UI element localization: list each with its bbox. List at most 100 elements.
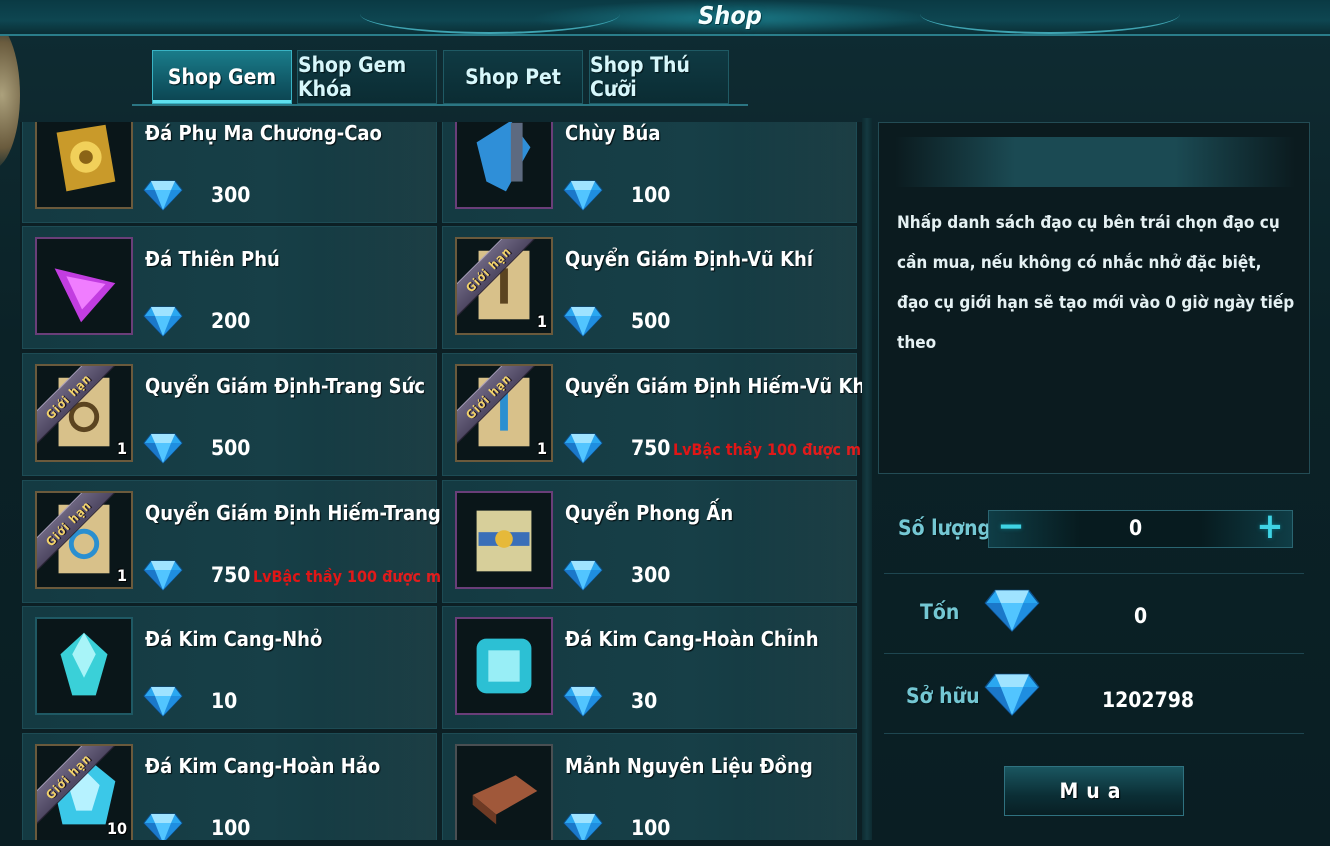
shop-item[interactable]: Giới hạn 1 Quyển Giám Định Hiếm-Vũ Khí 750 L… (442, 353, 863, 476)
item-icon[interactable]: Giới hạn 1 (455, 237, 553, 335)
title-bar: Shop (0, 0, 1330, 36)
shop-item[interactable]: Đá Kim Cang-Hoàn Chỉnh 30 (442, 606, 857, 729)
purchase-requirement: LvBậc thầy 100 được mua (253, 567, 462, 586)
item-art-icon (60, 632, 108, 696)
shop-item[interactable]: Giới hạn 1 Quyển Giám Định-Trang Sức 500 (22, 353, 437, 476)
tab-bar: Shop Gem Shop Gem Khóa Shop Pet Shop Thú… (132, 50, 748, 106)
item-art-icon (476, 510, 532, 572)
shop-item[interactable]: Đá Thiên Phú 200 (22, 226, 437, 349)
item-name: Quyển Phong Ấn (565, 501, 734, 525)
tab-shop-gem-khoa[interactable]: Shop Gem Khóa (297, 50, 437, 104)
shop-item[interactable]: Chùy Búa 100 (442, 122, 857, 223)
diamond-gem-icon (143, 433, 183, 464)
item-name: Quyển Giám Định-Trang Sức (145, 374, 426, 398)
item-icon[interactable] (35, 617, 133, 715)
item-price: 300 (631, 563, 671, 587)
item-price: 100 (631, 816, 671, 840)
diamond-gem-icon (563, 813, 603, 840)
item-art-icon (476, 122, 531, 192)
item-name: Đá Thiên Phú (145, 247, 280, 271)
item-icon[interactable] (35, 122, 133, 209)
diamond-gem-icon (143, 180, 183, 211)
item-name: Chùy Búa (565, 122, 661, 145)
owned-row: Sở hữu 1202798 (884, 654, 1304, 734)
diamond-gem-icon (563, 306, 603, 337)
item-name: Đá Kim Cang-Hoàn Chỉnh (565, 627, 819, 651)
item-count: 1 (116, 566, 127, 585)
description-text: Nhấp danh sách đạo cụ bên trái chọn đạo … (897, 213, 1295, 353)
item-icon[interactable] (455, 744, 553, 840)
item-price: 500 (211, 436, 251, 460)
item-count: 1 (116, 439, 127, 458)
item-count: 10 (106, 819, 127, 838)
item-art-icon (476, 638, 532, 694)
tab-shop-pet[interactable]: Shop Pet (443, 50, 583, 104)
item-count: 1 (536, 312, 547, 331)
item-name: Quyển Giám Định-Vũ Khí (565, 247, 813, 271)
quantity-stepper[interactable]: − 0 + (988, 509, 1293, 549)
item-icon[interactable] (455, 617, 553, 715)
item-name: Quyển Giám Định Hiếm-Vũ Khí (565, 374, 863, 398)
item-price: 500 (631, 309, 671, 333)
item-name: Mảnh Nguyên Liệu Đồng (565, 754, 813, 778)
shop-item[interactable]: Quyển Phong Ấn 300 (442, 480, 857, 603)
item-name: Đá Kim Cang-Nhỏ (145, 627, 323, 651)
description-panel: Nhấp danh sách đạo cụ bên trái chọn đạo … (878, 122, 1310, 474)
item-price: 100 (211, 816, 251, 840)
diamond-gem-icon (143, 306, 183, 337)
diamond-gem-icon (984, 589, 1040, 633)
item-list[interactable]: Đá Phụ Ma Chương-Cao 300 Chùy Búa 100 Đá Thi… (20, 122, 863, 840)
item-icon[interactable] (35, 237, 133, 335)
item-art-icon (54, 268, 116, 323)
item-name: Đá Phụ Ma Chương-Cao (145, 122, 382, 145)
owned-label: Sở hữu (906, 684, 980, 708)
character-portrait-edge (0, 20, 20, 170)
plus-icon[interactable]: + (1248, 509, 1292, 549)
item-price: 10 (211, 689, 238, 713)
diamond-gem-icon (143, 813, 183, 840)
item-art-icon (472, 775, 538, 825)
item-count: 1 (536, 439, 547, 458)
item-price: 30 (631, 689, 658, 713)
item-icon[interactable]: Giới hạn 1 (455, 364, 553, 462)
minus-icon[interactable]: − (989, 509, 1033, 549)
item-price: 750 (211, 563, 251, 587)
shop-item[interactable]: Giới hạn 10 Đá Kim Cang-Hoàn Hảo 100 (22, 733, 437, 840)
cost-label: Tốn (920, 600, 960, 624)
item-name: Đá Kim Cang-Hoàn Hảo (145, 754, 381, 778)
shop-item[interactable]: Đá Kim Cang-Nhỏ 10 (22, 606, 437, 729)
tab-shop-thu-cuoi[interactable]: Shop Thú Cưỡi (589, 50, 729, 104)
diamond-gem-icon (563, 560, 603, 591)
item-icon[interactable]: Giới hạn 1 (35, 364, 133, 462)
cost-row: Tốn 0 (884, 574, 1304, 654)
shop-item[interactable]: Đá Phụ Ma Chương-Cao 300 (22, 122, 437, 223)
item-icon[interactable]: Giới hạn 1 (35, 491, 133, 589)
purchase-requirement: LvBậc thầy 100 được mua (673, 440, 863, 459)
diamond-gem-icon (563, 180, 603, 211)
item-price: 100 (631, 183, 671, 207)
tab-shop-gem[interactable]: Shop Gem (152, 50, 292, 104)
item-price: 200 (211, 309, 251, 333)
item-icon[interactable] (455, 122, 553, 209)
description-header (895, 137, 1295, 187)
shop-window: Shop Shop Gem Shop Gem Khóa Shop Pet Sho… (0, 0, 1330, 846)
item-name: Quyển Giám Định Hiếm-Trang Sức (145, 501, 484, 525)
diamond-gem-icon (563, 686, 603, 717)
item-price: 750 (631, 436, 671, 460)
cost-value: 0 (1134, 604, 1148, 628)
item-icon[interactable]: Giới hạn 10 (35, 744, 133, 840)
diamond-gem-icon (143, 686, 183, 717)
shop-item[interactable]: Mảnh Nguyên Liệu Đồng 100 (442, 733, 857, 840)
buy-button[interactable]: Mua (1004, 766, 1184, 816)
shop-item[interactable]: Giới hạn 1 Quyển Giám Định Hiếm-Trang Sức 7… (22, 480, 484, 603)
diamond-gem-icon (984, 673, 1040, 717)
quantity-label: Số lượng (898, 516, 992, 540)
list-scrollbar[interactable] (862, 118, 872, 840)
shop-item[interactable]: Giới hạn 1 Quyển Giám Định-Vũ Khí 500 (442, 226, 857, 349)
diamond-gem-icon (563, 433, 603, 464)
diamond-gem-icon (143, 560, 183, 591)
item-icon[interactable] (455, 491, 553, 589)
quantity-value[interactable]: 0 (1129, 516, 1142, 540)
item-art-icon (56, 124, 116, 192)
window-title: Shop (698, 1, 762, 30)
